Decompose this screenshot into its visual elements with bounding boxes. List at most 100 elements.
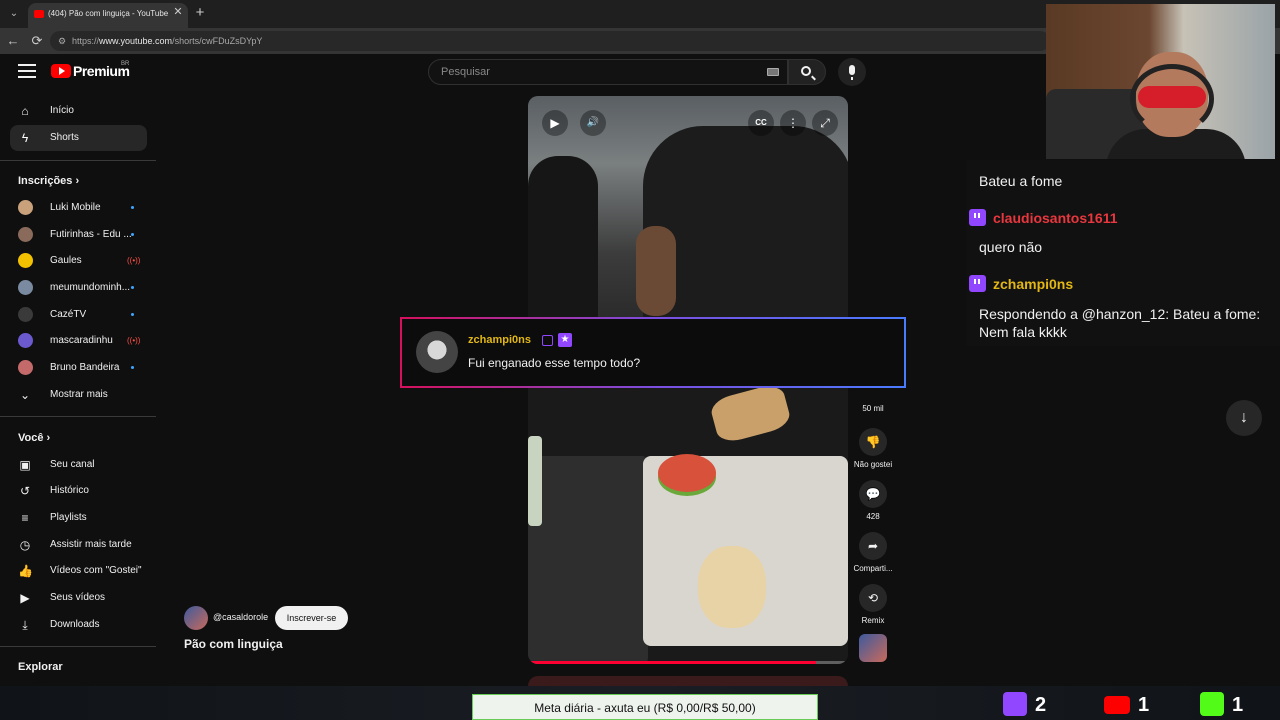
channel-handle[interactable]: @casaldorole [213, 612, 268, 622]
playlists-icon: ≡ [21, 511, 29, 525]
scroll-down-button[interactable]: ↓ [1226, 400, 1262, 436]
thumbs-up-icon: 👍 [18, 564, 33, 578]
sidebar-divider [0, 160, 156, 161]
sidebar-item-label: Seu canal [50, 459, 95, 470]
dislike-button[interactable]: 👎 Não gostei [852, 428, 894, 469]
sidebar-item-your-channel[interactable]: ▣ Seu canal [10, 452, 147, 478]
sidebar-item-subscription[interactable]: Futirinhas - Edu ... [10, 222, 147, 248]
chat-username: claudiosantos1611 [993, 210, 1118, 226]
search-input[interactable]: Pesquisar [428, 59, 788, 85]
remix-button[interactable]: ⟲ Remix [852, 584, 894, 625]
sidebar-item-your-videos[interactable]: ▶ Seus vídeos [10, 585, 147, 611]
avatar [18, 227, 33, 242]
video-figure [698, 546, 766, 628]
subscriptions-header[interactable]: Inscrições › [18, 175, 79, 187]
sidebar-item-subscription[interactable]: mascaradinhu ((•)) [10, 328, 147, 354]
sidebar-item-label: Luki Mobile [50, 202, 101, 213]
chat-message: Respondendo a @hanzon_12: Bateu a fome: … [966, 305, 1266, 341]
back-arrow-icon[interactable]: ← [4, 32, 22, 50]
sidebar-divider [0, 416, 156, 417]
sidebar-item-subscription[interactable]: meumundominh... [10, 275, 147, 301]
video-figure [708, 382, 793, 445]
tab-close-icon[interactable]: ✕ [172, 5, 184, 19]
comment-icon: 💬 [859, 480, 887, 508]
search-icon [801, 66, 811, 76]
sidebar-item-label: Futirinhas - Edu ... [50, 229, 132, 240]
sidebar-item-subscription[interactable]: Gaules ((•)) [10, 248, 147, 274]
site-info-icon[interactable]: ⚙ [58, 31, 66, 51]
share-icon: ➦ [859, 532, 887, 560]
avatar [18, 280, 33, 295]
keyboard-icon[interactable] [767, 68, 779, 76]
sidebar-item-subscription[interactable]: Bruno Bandeira [10, 355, 147, 381]
address-bar[interactable]: ⚙ https://www.youtube.com/shorts/cwFDuZs… [50, 31, 1050, 51]
clock-icon: ◷ [19, 538, 31, 552]
sidebar-item-show-more[interactable]: ⌄ Mostrar mais [10, 382, 147, 408]
sidebar-item-shorts[interactable]: ϟ Shorts [10, 125, 147, 151]
sidebar-item-liked-videos[interactable]: 👍 Vídeos com "Gostei" [10, 558, 147, 584]
live-indicator-icon: ((•)) [127, 336, 141, 345]
you-header[interactable]: Você › [18, 432, 50, 444]
sidebar-item-label: Bruno Bandeira [50, 362, 120, 373]
channel-avatar[interactable] [184, 606, 208, 630]
share-button[interactable]: ➦ Comparti... [852, 532, 894, 573]
kick-count: 1 [1232, 694, 1244, 716]
new-content-dot-icon [131, 286, 134, 289]
chat-message-text: Bateu a fome [979, 173, 1063, 189]
audio-source-avatar[interactable] [852, 634, 894, 666]
sidebar-item-history[interactable]: ↺ Histórico [10, 478, 147, 504]
volume-icon[interactable]: 🔊 [580, 110, 606, 136]
sidebar-item-home[interactable]: ⌂ Início [10, 98, 147, 124]
tab-list-chevron-icon[interactable]: ⌄ [6, 6, 22, 22]
voice-search-microphone-icon[interactable] [838, 58, 866, 86]
video-figure [636, 226, 676, 316]
new-content-dot-icon [131, 233, 134, 236]
video-figure [528, 436, 542, 526]
sidebar-item-downloads[interactable]: ⤓ Downloads [10, 612, 147, 638]
video-figure [528, 156, 598, 321]
streamer-webcam [1046, 4, 1275, 159]
twitch-icon [1003, 692, 1027, 716]
new-tab-button[interactable]: + [192, 4, 208, 22]
download-icon: ⤓ [22, 618, 28, 632]
new-content-dot-icon [131, 206, 134, 209]
sidebar-item-label: Shorts [50, 132, 79, 143]
reload-icon[interactable]: ⟳ [28, 32, 46, 50]
sidebar-item-watch-later[interactable]: ◷ Assistir mais tarde [10, 532, 147, 558]
hamburger-menu-icon[interactable] [18, 64, 36, 80]
browser-tab[interactable]: (404) Pão com linguiça - YouTube [28, 3, 188, 28]
youtube-favicon-icon [34, 10, 44, 18]
channel-icon: ▣ [19, 458, 31, 472]
video-frame-bottom [528, 382, 848, 664]
sidebar-item-label: Downloads [50, 619, 100, 630]
shorts-icon: ϟ [21, 131, 29, 145]
kick-viewer-counter: 1 [1200, 692, 1250, 718]
chat-message-text: Fui enganado esse tempo todo? [468, 356, 641, 370]
chat-message: quero não [966, 239, 1280, 255]
play-icon[interactable]: ▶ [542, 110, 568, 136]
twitch-badge-icon [542, 335, 553, 346]
sidebar-item-playlists[interactable]: ≡ Playlists [10, 505, 147, 531]
screen: { "browser": { "tab_title": "(404) Pão c… [0, 0, 1280, 720]
captions-icon[interactable]: CC [748, 110, 774, 136]
sidebar-item-subscription[interactable]: CazéTV [10, 302, 147, 328]
fullscreen-expand-icon[interactable]: ⤢ [812, 110, 838, 136]
url-prefix: https:// [72, 36, 100, 46]
star-badge-icon: ★ [558, 333, 572, 347]
twitch-viewer-counter: 2 [1003, 692, 1053, 718]
video-figure [658, 454, 716, 492]
chat-username-row: zchampi0ns [966, 275, 1280, 292]
comments-button[interactable]: 💬 428 [852, 480, 894, 521]
avatar [416, 331, 458, 373]
chat-message: Bateu a fome [966, 173, 1280, 189]
short-title[interactable]: Pão com linguiça [184, 637, 283, 651]
subscribe-button[interactable]: Inscrever-se [275, 606, 348, 630]
search-button[interactable] [788, 59, 826, 85]
avatar [18, 200, 33, 215]
sidebar-item-subscription[interactable]: Luki Mobile [10, 195, 147, 221]
youtube-logo-icon[interactable] [51, 64, 71, 78]
region-code: BR [121, 61, 130, 67]
more-options-icon[interactable]: ⋮ [780, 110, 806, 136]
remix-icon: ⟲ [859, 584, 887, 612]
new-content-dot-icon [131, 366, 134, 369]
